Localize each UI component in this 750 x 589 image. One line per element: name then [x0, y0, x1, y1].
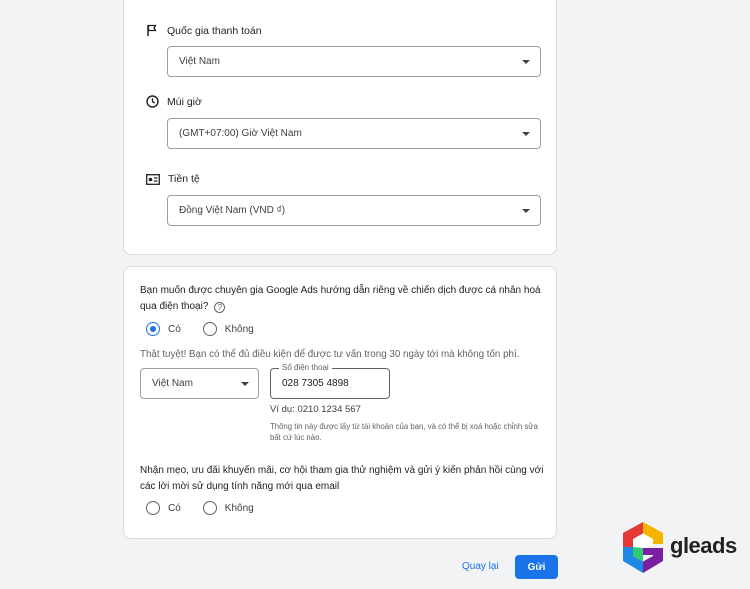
expert-option-no[interactable]: Không	[202, 322, 254, 336]
country-label: Quốc gia thanh toán	[167, 24, 262, 37]
currency-label: Tiền tệ	[168, 173, 200, 185]
email-option-no-label: Không	[224, 502, 254, 514]
country-select-value: Việt Nam	[179, 56, 220, 67]
country-select[interactable]: Việt Nam	[167, 46, 541, 77]
expert-radio-group: Có Không	[146, 322, 276, 336]
phone-note: Thông tin này được lấy từ tài khoản của …	[270, 422, 538, 442]
email-option-no[interactable]: Không	[202, 501, 254, 515]
caret-down-icon	[241, 382, 249, 386]
submit-button[interactable]: Gửi	[515, 555, 558, 579]
phone-input[interactable]: Số điện thoại 028 7305 4898	[270, 363, 390, 399]
expert-question: Bạn muốn được chuyên gia Google Ads hướn…	[140, 283, 550, 315]
back-button[interactable]: Quay lại	[462, 561, 499, 572]
radio-checked-icon[interactable]	[146, 322, 160, 336]
email-option-yes[interactable]: Có	[146, 501, 181, 515]
flag-icon	[146, 24, 159, 37]
expert-option-yes-label: Có	[168, 323, 181, 335]
phone-input-value: 028 7305 4898	[282, 378, 349, 389]
radio-unchecked-icon[interactable]	[146, 501, 160, 515]
currency-icon	[146, 173, 160, 185]
currency-select-value: Đồng Việt Nam (VND ₫)	[179, 205, 286, 216]
radio-unchecked-icon[interactable]	[202, 501, 217, 515]
expert-option-yes[interactable]: Có	[146, 322, 181, 336]
timezone-select-value: (GMT+07:00) Giờ Việt Nam	[179, 128, 302, 139]
email-radio-group: Có Không	[146, 501, 276, 515]
currency-field-label: Tiền tệ	[146, 173, 200, 185]
phone-example: Ví dụ: 0210 1234 567	[270, 404, 361, 415]
expert-option-no-label: Không	[224, 323, 254, 335]
eligible-text: Thật tuyệt! Bạn có thể đủ điều kiện để đ…	[140, 349, 520, 360]
gleads-logo: gleads	[619, 520, 741, 575]
logo-text: gleads	[670, 533, 737, 558]
expert-question-text: Bạn muốn được chuyên gia Google Ads hướn…	[140, 285, 541, 312]
clock-icon	[146, 95, 159, 108]
radio-unchecked-icon[interactable]	[202, 322, 217, 336]
timezone-select[interactable]: (GMT+07:00) Giờ Việt Nam	[167, 118, 541, 149]
phone-input-label: Số điện thoại	[279, 363, 332, 372]
timezone-label: Múi giờ	[167, 95, 202, 108]
billing-settings-card: Quốc gia thanh toán Việt Nam Múi giờ (GM…	[123, 0, 557, 255]
preferences-card: Bạn muốn được chuyên gia Google Ads hướn…	[123, 266, 557, 539]
email-question: Nhận mẹo, ưu đãi khuyến mãi, cơ hội tham…	[140, 465, 544, 492]
phone-country-value: Việt Nam	[152, 378, 193, 389]
phone-country-select[interactable]: Việt Nam	[140, 368, 259, 399]
country-field-label: Quốc gia thanh toán	[146, 24, 262, 37]
currency-select[interactable]: Đồng Việt Nam (VND ₫)	[167, 195, 541, 226]
timezone-field-label: Múi giờ	[146, 95, 202, 108]
caret-down-icon	[522, 60, 530, 64]
caret-down-icon	[522, 209, 530, 213]
email-option-yes-label: Có	[168, 502, 181, 514]
gleads-logo-icon	[623, 522, 663, 573]
caret-down-icon	[522, 132, 530, 136]
help-icon[interactable]: ?	[214, 302, 226, 313]
